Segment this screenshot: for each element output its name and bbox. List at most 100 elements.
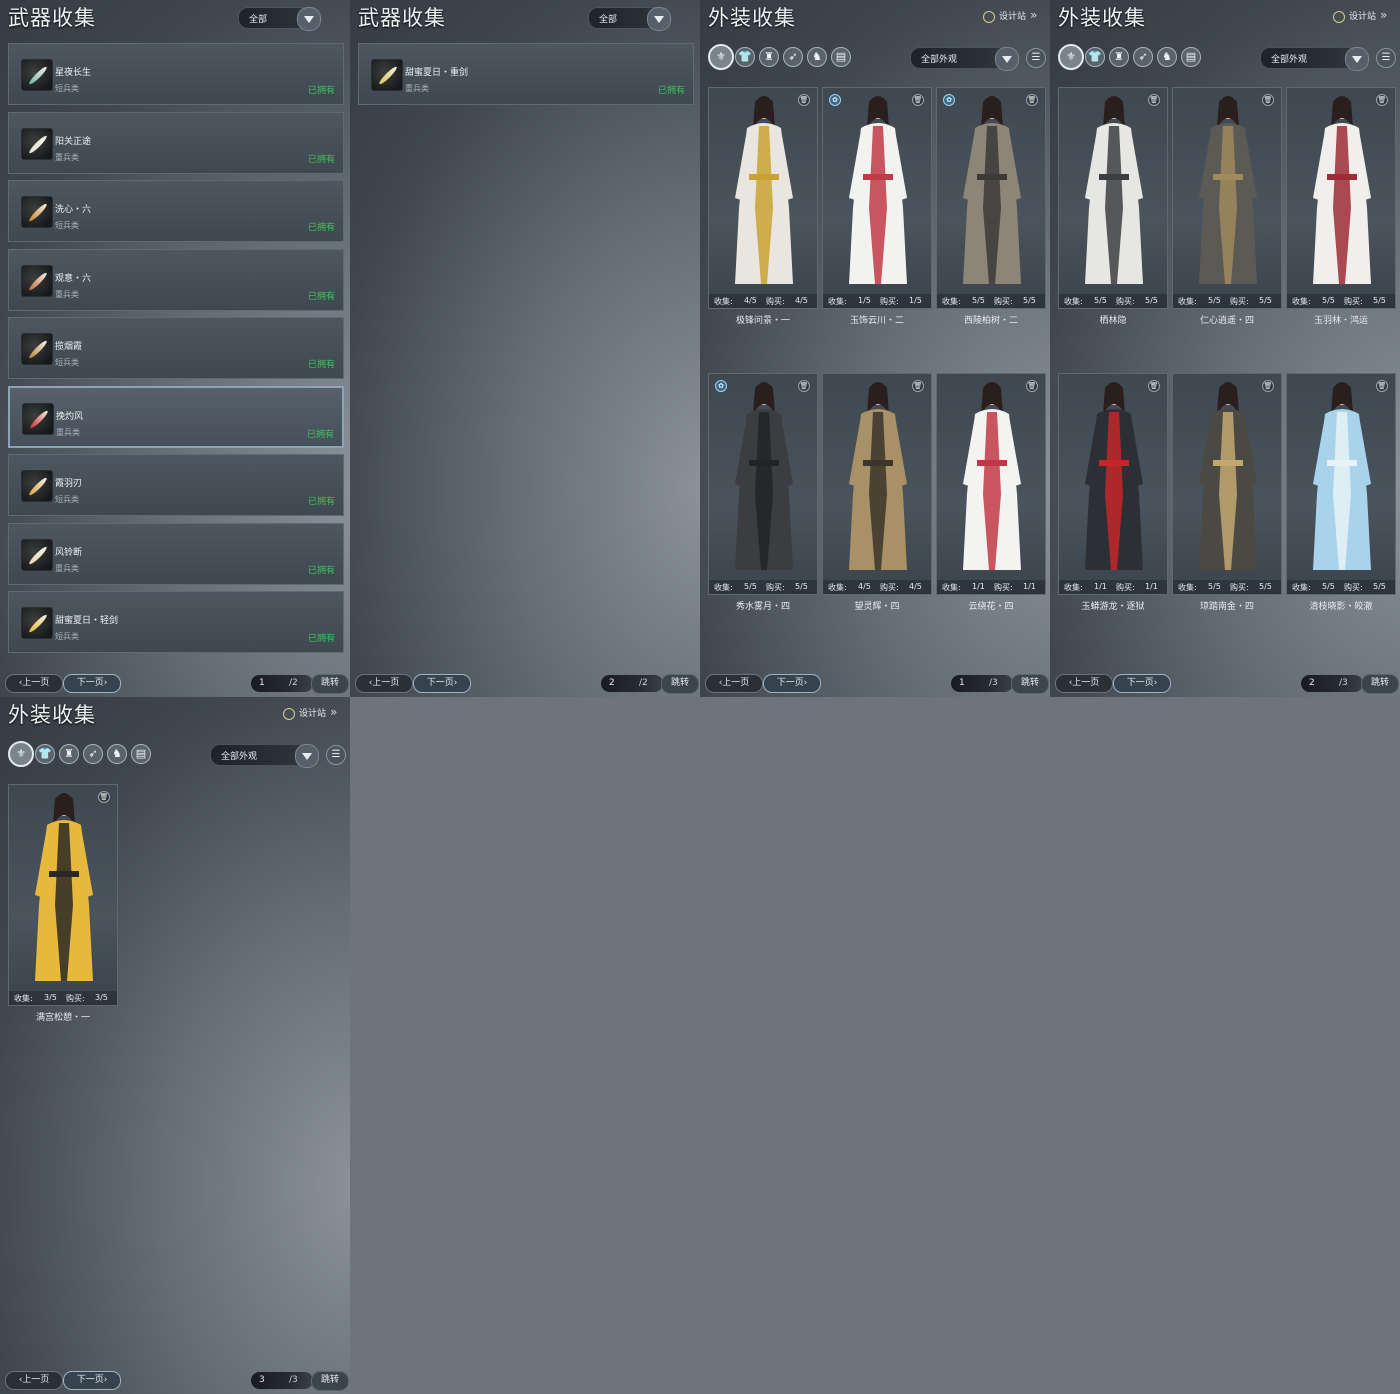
weapon-list-item[interactable]: 揽烟霞 短兵类 已拥有 [8, 317, 344, 379]
jump-button[interactable]: 跳转 [311, 674, 349, 694]
trash-icon[interactable]: 🗑 [98, 791, 110, 803]
outfit-card[interactable]: 🗑 收集: 4/5 购买: 4/5 [822, 373, 932, 595]
bottom-icon[interactable]: ♜ [759, 47, 779, 67]
top-icon[interactable]: 👕 [35, 744, 55, 764]
page-number-input[interactable]: 2/2 [601, 675, 663, 692]
chevron-down-icon[interactable] [1345, 47, 1369, 71]
page-number-input[interactable]: 1/2 [251, 675, 313, 692]
all-outfit-icon[interactable]: ⚜ [8, 741, 34, 767]
outfit-card[interactable]: ✿ 🗑 收集: 5/5 购买: 5/5 [936, 87, 1046, 309]
outfit-card[interactable]: 🗑 收集: 5/5 购买: 5/5 [1286, 373, 1396, 595]
trash-icon[interactable]: 🗑 [1148, 94, 1160, 106]
filter-settings-icon[interactable]: ☰ [1376, 48, 1396, 68]
weapon-name: 星夜长生 [55, 68, 92, 78]
weapon-list-item[interactable]: 星夜长生 短兵类 已拥有 [8, 43, 344, 105]
trash-icon[interactable]: 🗑 [1376, 380, 1388, 392]
mount-icon[interactable]: ♞ [807, 47, 827, 67]
outfit-card[interactable]: 🗑 收集: 5/5 购买: 5/5 [1172, 373, 1282, 595]
weapon-collection-panel: 武器收集 全部 甜蜜夏日・重剑 重兵类 已拥有 ‹上一页 下一页› 2/2 跳转 [350, 0, 700, 697]
outfit-card[interactable]: 🗑 收集: 5/5 购买: 5/5 [1058, 87, 1168, 309]
prev-page-button[interactable]: ‹上一页 [355, 674, 413, 693]
filter-dropdown[interactable]: 全部 [238, 7, 322, 31]
outfit-card[interactable]: 🗑 收集: 1/1 购买: 1/1 [936, 373, 1046, 595]
next-page-button[interactable]: 下一页› [63, 674, 121, 693]
bottom-icon[interactable]: ♜ [1109, 47, 1129, 67]
chevron-down-icon[interactable] [295, 744, 319, 768]
top-icon[interactable]: 👕 [735, 47, 755, 67]
next-page-button[interactable]: 下一页› [763, 674, 821, 693]
collect-value: 4/5 [744, 296, 757, 305]
design-station-link[interactable]: 设计站» [283, 705, 337, 720]
weapon-collection-panel: 武器收集 全部 星夜长生 短兵类 已拥有 阳关正途 重兵类 已拥有 洗心・六 短兵类 已拥有 观意・六… [0, 0, 350, 697]
filter-dropdown[interactable]: 全部外观 [210, 744, 320, 768]
top-icon[interactable]: 👕 [1085, 47, 1105, 67]
jump-button[interactable]: 跳转 [311, 1371, 349, 1391]
weapon-list-item[interactable]: 观意・六 重兵类 已拥有 [8, 248, 344, 311]
weapon-list-item[interactable]: 甜蜜夏日・重剑 重兵类 已拥有 [358, 43, 694, 105]
trash-icon[interactable]: 🗑 [798, 380, 810, 392]
outfit-card[interactable]: ✿ 🗑 收集: 5/5 购买: 5/5 [708, 373, 818, 595]
outfit-card[interactable]: 🗑 收集: 4/5 购买: 4/5 [708, 87, 818, 309]
next-page-button[interactable]: 下一页› [1113, 674, 1171, 693]
buy-label: 购买: [1344, 297, 1363, 306]
page-number-input[interactable]: 1/3 [951, 675, 1013, 692]
weapon-skin-icon[interactable]: ➶ [83, 744, 103, 764]
outfit-card[interactable]: 🗑 收集: 5/5 购买: 5/5 [1286, 87, 1396, 309]
bottom-icon[interactable]: ♜ [59, 744, 79, 764]
next-page-button[interactable]: 下一页› [63, 1371, 121, 1390]
weapon-list-item[interactable]: 阳关正途 重兵类 已拥有 [8, 111, 344, 174]
jump-button[interactable]: 跳转 [661, 674, 699, 694]
trash-icon[interactable]: 🗑 [1376, 94, 1388, 106]
trash-icon[interactable]: 🗑 [798, 94, 810, 106]
outfit-card[interactable]: 🗑 收集: 3/5 购买: 3/5 [8, 784, 118, 1006]
outfit-card[interactable]: 🗑 收集: 5/5 购买: 5/5 [1172, 87, 1282, 309]
chevron-down-icon[interactable] [995, 47, 1019, 71]
weapon-skin-icon[interactable]: ➶ [783, 47, 803, 67]
trash-icon[interactable]: 🗑 [1262, 380, 1274, 392]
trash-icon[interactable]: 🗑 [1262, 94, 1274, 106]
prev-page-button[interactable]: ‹上一页 [5, 1371, 63, 1390]
weapon-skin-icon[interactable]: ➶ [1133, 47, 1153, 67]
weapon-list-item[interactable]: 风铃断 重兵类 已拥有 [8, 522, 344, 585]
all-outfit-icon[interactable]: ⚜ [1058, 44, 1084, 70]
dye-tag-icon: ✿ [715, 380, 727, 392]
filter-dropdown[interactable]: 全部外观 [1260, 47, 1370, 71]
trash-icon[interactable]: 🗑 [912, 380, 924, 392]
chevron-down-icon[interactable] [297, 7, 321, 31]
accessory-icon[interactable]: ▤ [831, 47, 851, 67]
trash-icon[interactable]: 🗑 [912, 94, 924, 106]
weapon-thumbnail-icon [371, 59, 403, 91]
next-page-button[interactable]: 下一页› [413, 674, 471, 693]
jump-button[interactable]: 跳转 [1361, 674, 1399, 694]
filter-dropdown[interactable]: 全部 [588, 7, 672, 31]
weapon-list-item[interactable]: 甜蜜夏日・轻剑 短兵类 已拥有 [8, 591, 344, 653]
filter-settings-icon[interactable]: ☰ [326, 745, 346, 765]
outfit-card[interactable]: ✿ 🗑 收集: 1/5 购买: 1/5 [822, 87, 932, 309]
design-station-link[interactable]: 设计站» [1333, 8, 1387, 23]
weapon-list-item[interactable]: 挽灼风 重兵类 已拥有 [8, 385, 344, 448]
trash-icon[interactable]: 🗑 [1026, 94, 1038, 106]
outfit-card[interactable]: 🗑 收集: 1/1 购买: 1/1 [1058, 373, 1168, 595]
outfit-stats: 收集: 4/5 购买: 4/5 [823, 580, 931, 594]
trash-icon[interactable]: 🗑 [1026, 380, 1038, 392]
weapon-list-item[interactable]: 洗心・六 短兵类 已拥有 [8, 180, 344, 242]
chevron-down-icon[interactable] [647, 7, 671, 31]
mount-icon[interactable]: ♞ [1157, 47, 1177, 67]
accessory-icon[interactable]: ▤ [131, 744, 151, 764]
collect-label: 收集: [714, 297, 733, 306]
accessory-icon[interactable]: ▤ [1181, 47, 1201, 67]
all-outfit-icon[interactable]: ⚜ [708, 44, 734, 70]
mount-icon[interactable]: ♞ [107, 744, 127, 764]
filter-dropdown[interactable]: 全部外观 [910, 47, 1020, 71]
page-number-input[interactable]: 2/3 [1301, 675, 1363, 692]
filter-settings-icon[interactable]: ☰ [1026, 48, 1046, 68]
page-number-input[interactable]: 3/3 [251, 1372, 313, 1389]
prev-page-button[interactable]: ‹上一页 [5, 674, 63, 693]
weapon-list-item[interactable]: 霞羽刃 短兵类 已拥有 [8, 454, 344, 516]
prev-page-button[interactable]: ‹上一页 [705, 674, 763, 693]
design-station-link[interactable]: 设计站» [983, 8, 1037, 23]
buy-value: 1/1 [1023, 582, 1036, 591]
prev-page-button[interactable]: ‹上一页 [1055, 674, 1113, 693]
jump-button[interactable]: 跳转 [1011, 674, 1049, 694]
trash-icon[interactable]: 🗑 [1148, 380, 1160, 392]
